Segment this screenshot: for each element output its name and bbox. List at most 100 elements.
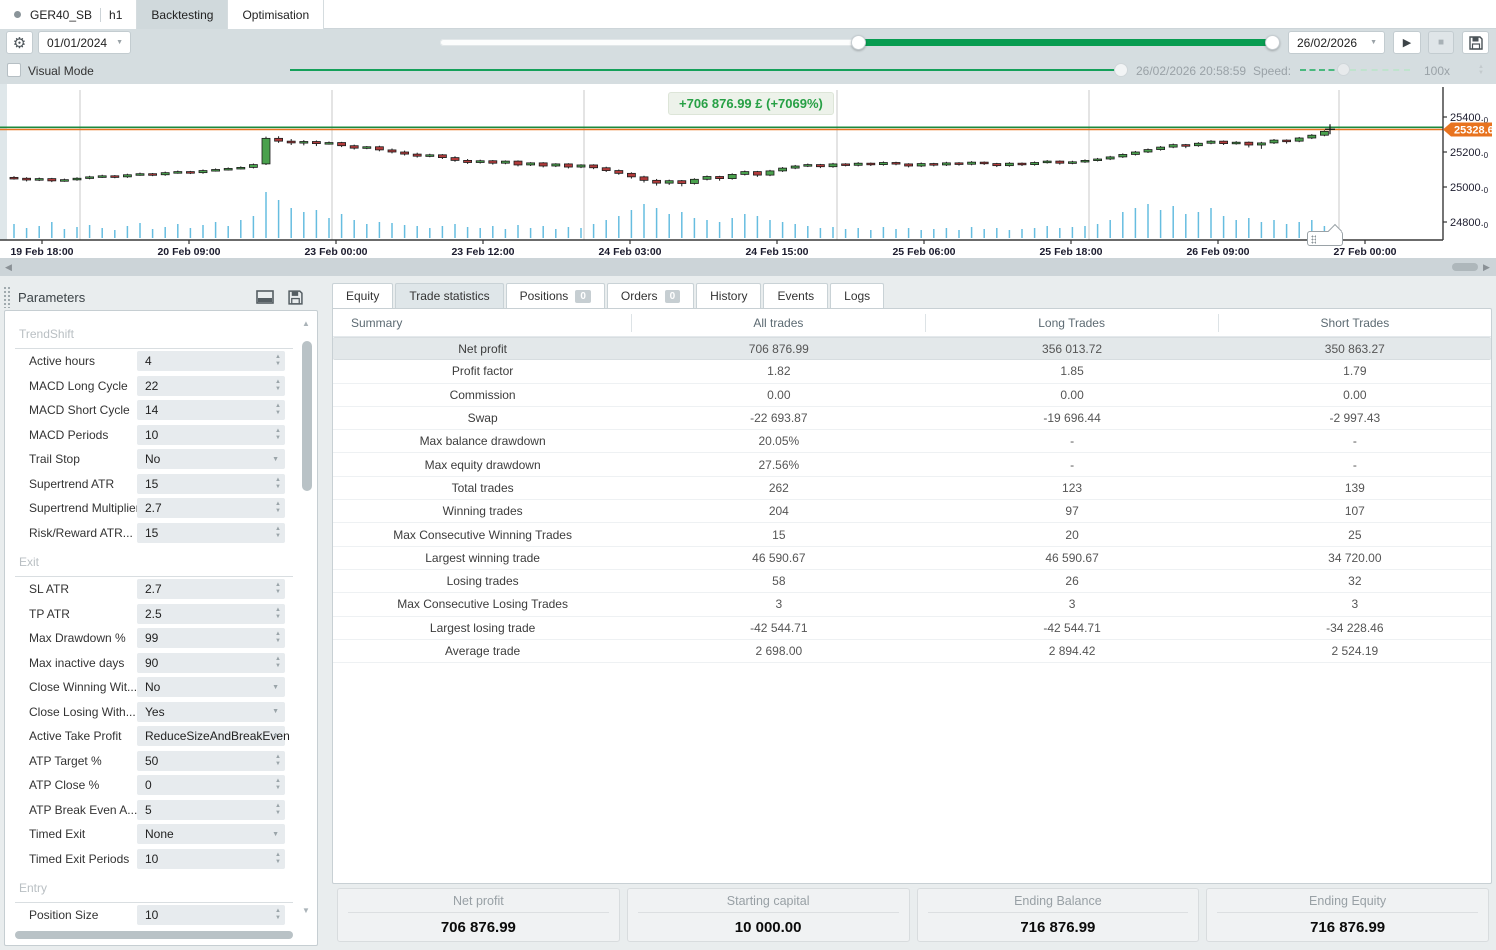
stat-value: 34 720.00 [1219, 551, 1491, 565]
table-row: Winning trades20497107 [333, 500, 1491, 523]
range-end-handle[interactable] [1265, 35, 1280, 50]
stop-button[interactable]: ■ [1428, 31, 1454, 54]
stepper-arrows-icon[interactable]: ▲▼ [275, 656, 281, 670]
stepper-arrows-icon[interactable]: ▲▼ [275, 477, 281, 491]
playback-handle[interactable] [1114, 63, 1128, 77]
tab-optimisation[interactable]: Optimisation [228, 0, 324, 29]
param-input[interactable]: 5▲▼ [137, 800, 285, 820]
param-input[interactable]: 15▲▼ [137, 523, 285, 543]
floppy-icon [1469, 36, 1483, 50]
chevron-down-icon: ▼ [272, 831, 279, 838]
param-input[interactable]: 10▲▼ [137, 849, 285, 869]
param-input[interactable]: 90▲▼ [137, 653, 285, 673]
stepper-arrows-icon[interactable]: ▲▼ [275, 908, 281, 922]
drag-handle-icon[interactable] [3, 286, 10, 308]
stat-value: 32 [1219, 574, 1491, 588]
tab-symbol[interactable]: GER40_SB h1 [0, 0, 137, 29]
stepper-arrows-icon[interactable]: ▲▼ [275, 607, 281, 621]
param-input[interactable]: 4▲▼ [137, 351, 285, 371]
param-input[interactable]: 14▲▼ [137, 400, 285, 420]
param-input[interactable]: 10▲▼ [137, 425, 285, 445]
stats-table-header: SummaryAll tradesLong TradesShort Trades [333, 309, 1491, 337]
stepper-arrows-icon[interactable]: ▲▼ [275, 852, 281, 866]
speed-slider-rest[interactable] [1350, 69, 1410, 71]
param-input[interactable]: Yes▼ [137, 702, 285, 722]
speed-stepper[interactable]: ▲ ▼ [1478, 64, 1484, 76]
playback-progress-line[interactable] [290, 69, 1120, 71]
param-input[interactable]: 2.7▲▼ [137, 498, 285, 518]
param-input[interactable]: None▼ [137, 824, 285, 844]
play-button[interactable]: ▶ [1393, 31, 1421, 54]
tab-divider [100, 8, 101, 22]
save-button[interactable] [1462, 31, 1489, 54]
param-row: Timed Exit None▼ [15, 822, 293, 847]
vscroll-thumb[interactable] [302, 341, 312, 491]
stat-value: 2 524.19 [1219, 644, 1491, 658]
param-label: Position Size [15, 908, 137, 922]
speed-handle[interactable] [1337, 63, 1350, 76]
stepper-arrows-icon[interactable]: ▲▼ [275, 631, 281, 645]
save-parameters-button[interactable] [288, 290, 306, 304]
panel-icon [256, 290, 274, 304]
stepper-arrows-icon[interactable]: ▲▼ [275, 582, 281, 596]
chevron-down-icon: ▼ [116, 39, 123, 46]
tab-trade-statistics[interactable]: Trade statistics [395, 283, 503, 308]
range-start-handle[interactable] [851, 35, 866, 50]
stat-value: 26 [925, 574, 1218, 588]
scroll-down-icon[interactable]: ▼ [302, 906, 310, 915]
dock-panel-button[interactable] [256, 290, 274, 304]
stepper-arrows-icon[interactable]: ▲▼ [275, 778, 281, 792]
stepper-arrows-icon[interactable]: ▲▼ [275, 428, 281, 442]
param-input[interactable]: No▼ [137, 449, 285, 469]
stat-value: 262 [632, 481, 925, 495]
end-date-input[interactable]: 26/02/2026 ▼ [1288, 31, 1385, 54]
tab-logs[interactable]: Logs [830, 283, 884, 308]
param-input[interactable]: 0▲▼ [137, 775, 285, 795]
stepper-arrows-icon[interactable]: ▲▼ [275, 803, 281, 817]
tab-history[interactable]: History [696, 283, 761, 308]
price-chart[interactable]: 19 Feb 18:0020 Feb 09:0023 Feb 00:0023 F… [0, 84, 1496, 258]
param-input[interactable]: 50▲▼ [137, 751, 285, 771]
card-label: Ending Balance [928, 889, 1189, 913]
stepper-arrows-icon[interactable]: ▲▼ [275, 403, 281, 417]
scroll-left-icon[interactable]: ◀ [5, 262, 12, 273]
stat-value: 15 [632, 528, 925, 542]
svg-text:24 Feb 15:00: 24 Feb 15:00 [745, 246, 808, 258]
tab-events[interactable]: Events [763, 283, 828, 308]
chart-scrollbar[interactable]: ◀ ▶ [0, 258, 1496, 276]
settings-button[interactable]: ⚙ [6, 31, 33, 54]
param-input[interactable]: 10▲▼ [137, 905, 285, 925]
tab-backtesting[interactable]: Backtesting [137, 0, 228, 29]
visual-mode-checkbox[interactable] [7, 63, 21, 77]
param-label: Risk/Reward ATR... [15, 526, 137, 540]
param-input[interactable]: 22▲▼ [137, 376, 285, 396]
tab-orders[interactable]: Orders0 [607, 283, 694, 308]
stepper-arrows-icon[interactable]: ▲▼ [275, 754, 281, 768]
param-input[interactable]: 2.7▲▼ [137, 579, 285, 599]
stat-value: - [925, 458, 1218, 472]
tab-positions[interactable]: Positions0 [506, 283, 605, 308]
stepper-arrows-icon[interactable]: ▲▼ [275, 526, 281, 540]
param-input[interactable]: 15▲▼ [137, 474, 285, 494]
scroll-up-icon[interactable]: ▲ [302, 319, 310, 328]
top-tab-strip: GER40_SB h1 Backtesting Optimisation [0, 0, 1496, 29]
card-value: 10 000.00 [628, 913, 909, 936]
param-input[interactable]: 2.5▲▼ [137, 604, 285, 624]
param-section-header: Entry [15, 881, 293, 903]
tab-equity[interactable]: Equity [332, 283, 393, 308]
stepper-arrows-icon[interactable]: ▲▼ [275, 354, 281, 368]
stat-value: 107 [1219, 504, 1491, 518]
stepper-arrows-icon[interactable]: ▲▼ [275, 501, 281, 515]
param-input[interactable]: 99▲▼ [137, 628, 285, 648]
stepper-arrows-icon[interactable]: ▲▼ [275, 379, 281, 393]
speed-label: Speed: [1253, 64, 1291, 78]
start-date-input[interactable]: 01/01/2024 ▼ [38, 31, 131, 54]
parameters-hscroll-thumb[interactable] [15, 931, 293, 939]
parameters-vscrollbar[interactable]: ▲ ▼ [301, 319, 313, 929]
stat-label: Net profit [333, 342, 632, 356]
param-input[interactable]: No▼ [137, 677, 285, 697]
chart-scroll-thumb[interactable] [1452, 263, 1478, 271]
scroll-right-icon[interactable]: ▶ [1483, 262, 1490, 273]
param-input[interactable]: ReduceSizeAndBreakEven▼ [137, 726, 285, 746]
param-label: Max Drawdown % [15, 631, 137, 645]
